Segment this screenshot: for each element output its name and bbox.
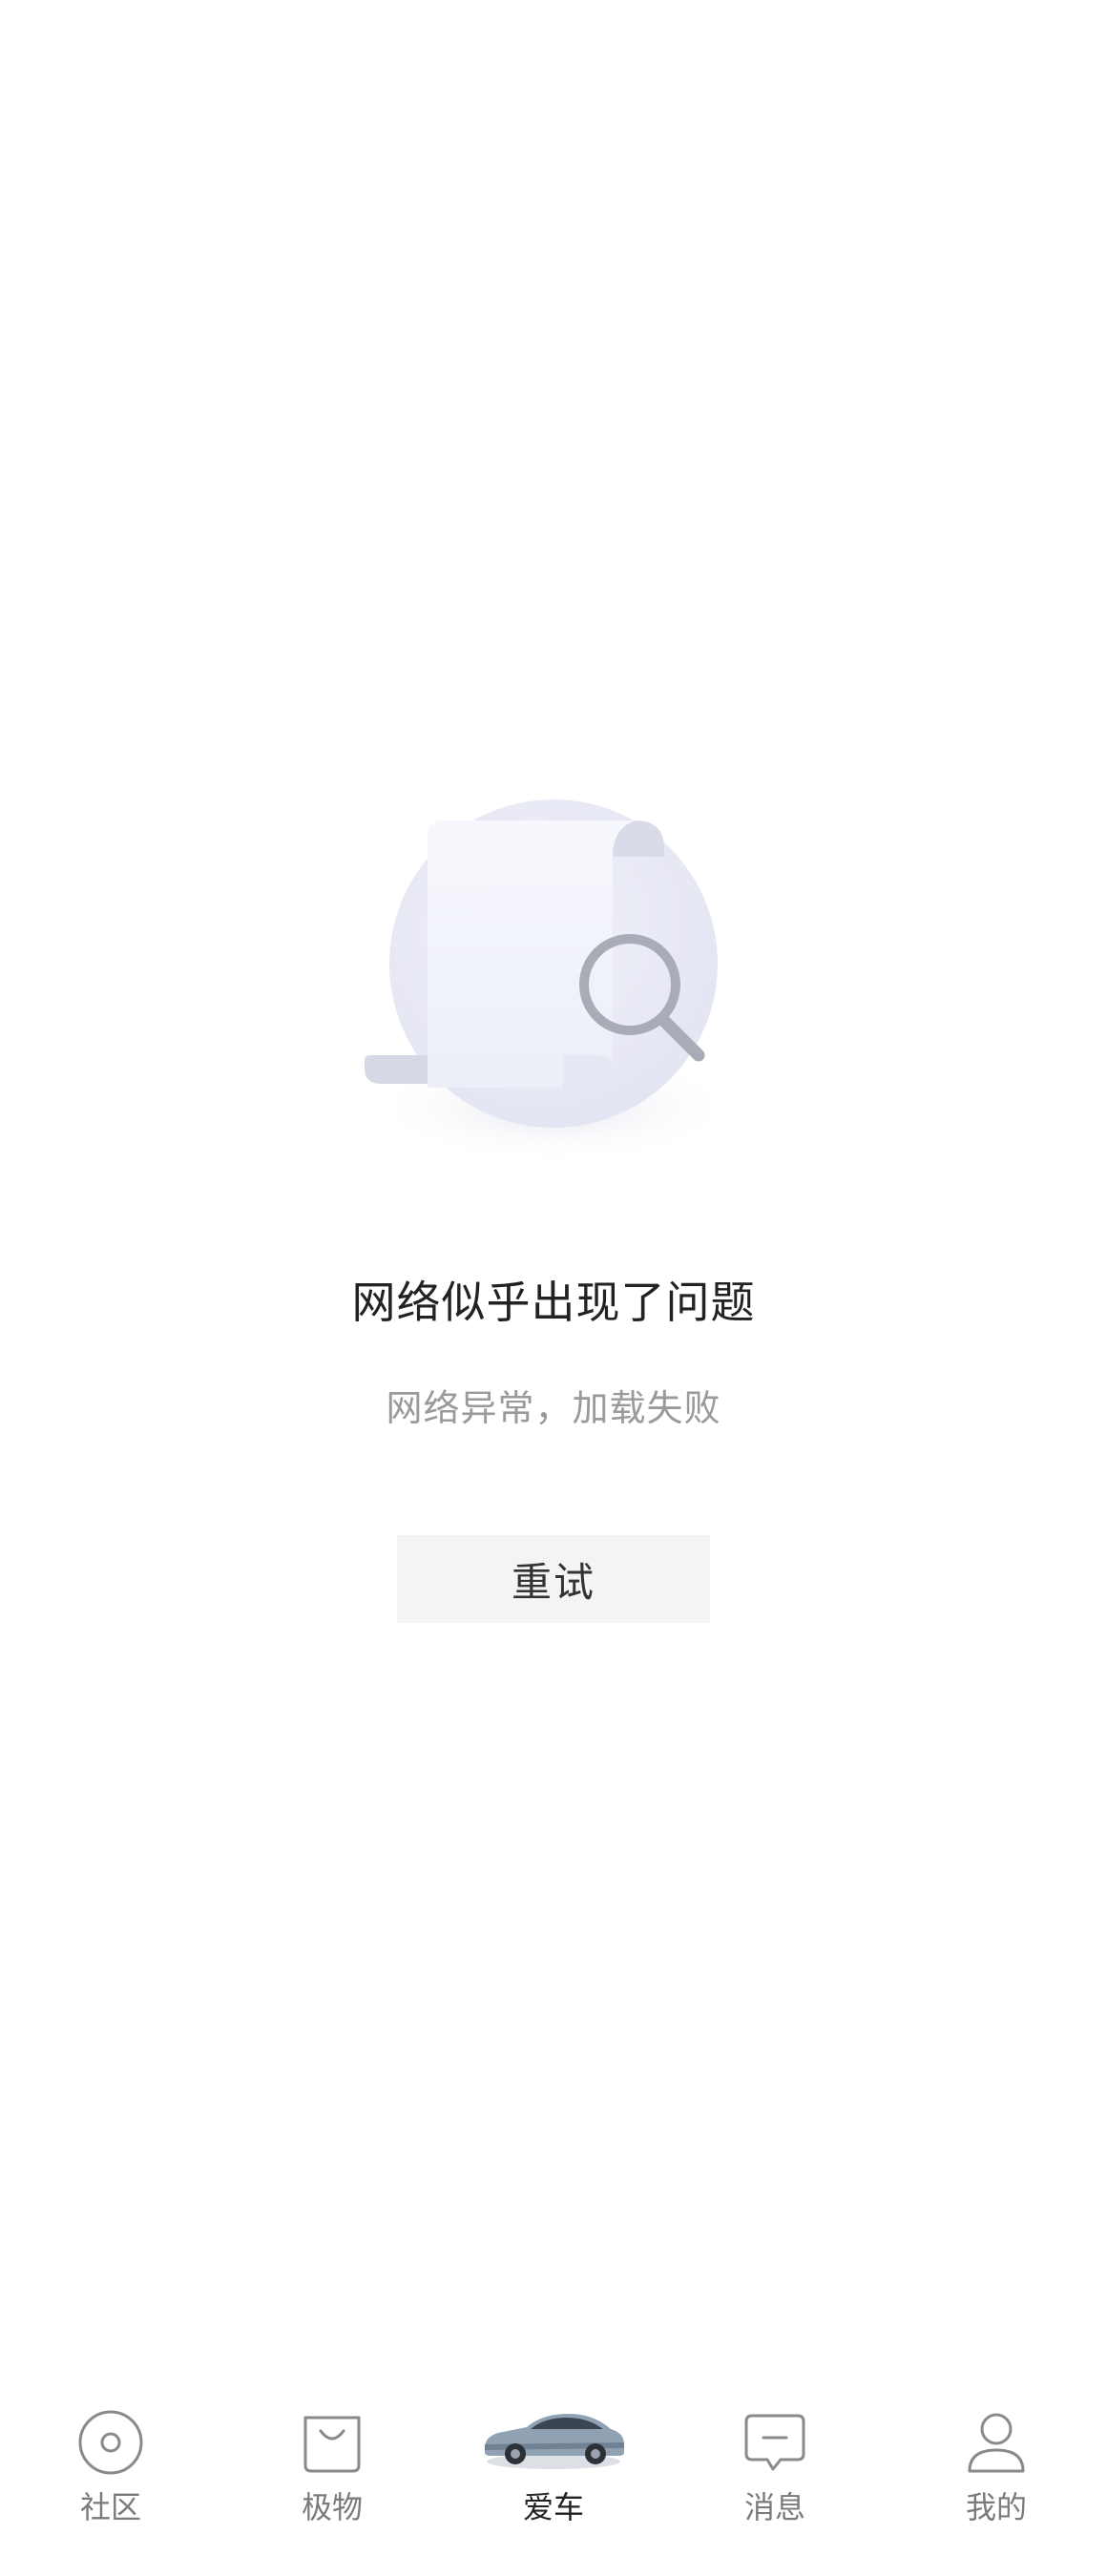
error-subtitle: 网络异常，加载失败	[386, 1387, 721, 1429]
tab-shop-label: 极物	[301, 2489, 363, 2525]
tab-my-car[interactable]: 爱车	[443, 2385, 664, 2576]
tab-community-label: 社区	[79, 2489, 141, 2525]
network-error-state: 网络似乎出现了问题 网络异常，加载失败 重试	[0, 0, 1107, 2290]
message-icon	[737, 2404, 813, 2481]
tab-community[interactable]: 社区	[0, 2385, 221, 2576]
shopping-bag-icon	[294, 2404, 370, 2481]
document-search-icon	[353, 782, 754, 1183]
tab-my-car-label: 爱车	[522, 2489, 584, 2525]
car-image	[477, 2385, 630, 2481]
tab-shop[interactable]: 极物	[221, 2385, 443, 2576]
community-icon	[73, 2404, 149, 2481]
tab-messages-label: 消息	[743, 2489, 805, 2525]
error-title: 网络似乎出现了问题	[351, 1277, 756, 1328]
tab-messages[interactable]: 消息	[664, 2385, 886, 2576]
tab-profile-label: 我的	[965, 2489, 1027, 2525]
profile-icon	[958, 2404, 1034, 2481]
bottom-tab-bar: 社区 极物 爱车 消息 我的	[0, 2385, 1107, 2576]
tab-profile[interactable]: 我的	[886, 2385, 1107, 2576]
retry-button[interactable]: 重试	[397, 1535, 710, 1623]
